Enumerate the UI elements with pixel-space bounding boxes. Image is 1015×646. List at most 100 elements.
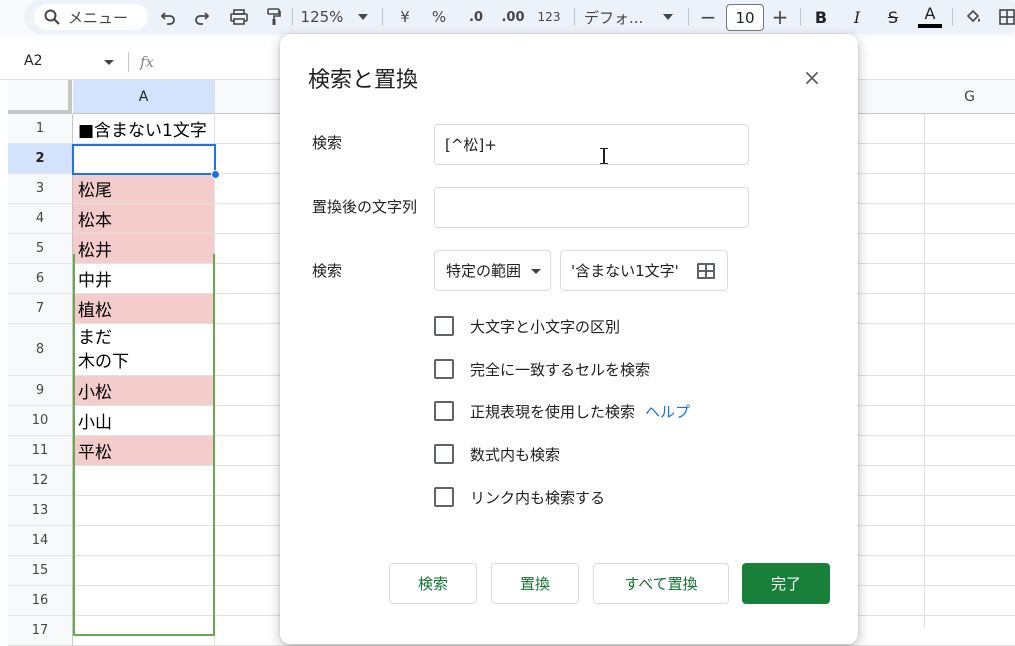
percent-button[interactable]: %	[428, 0, 450, 34]
help-link[interactable]: ヘルプ	[645, 401, 690, 422]
decrease-decimal-label: .0	[469, 9, 483, 25]
redo-icon[interactable]	[190, 0, 214, 34]
select-all-corner[interactable]	[8, 80, 72, 114]
decrease-decimal-button[interactable]: .0	[462, 0, 490, 34]
done-button[interactable]: 完了	[742, 563, 830, 604]
undo-icon[interactable]	[156, 0, 180, 34]
currency-button[interactable]: ¥	[394, 0, 416, 34]
table-cell[interactable]: 松本	[73, 204, 215, 234]
match-case-checkbox[interactable]	[434, 316, 454, 336]
menu-search[interactable]: メニュー	[34, 4, 148, 30]
replace-button[interactable]: 置換	[491, 563, 579, 604]
borders-icon[interactable]	[996, 0, 1015, 34]
checkbox-row-entire-cell[interactable]: 完全に一致するセルを検索	[434, 358, 650, 380]
menu-search-label: メニュー	[68, 8, 129, 27]
fx-icon: fx	[140, 53, 155, 71]
toolbar-divider	[574, 8, 575, 26]
formula-divider	[128, 52, 129, 72]
font-select[interactable]: デフォ...	[584, 0, 654, 34]
range-input[interactable]: '含まない1文字'	[560, 250, 728, 291]
font-size-increase-icon[interactable]: +	[770, 0, 790, 34]
checkbox-row-regex[interactable]: 正規表現を使用した検索 ヘルプ	[434, 400, 690, 422]
checkbox-row-match-case[interactable]: 大文字と小文字の区別	[434, 315, 620, 337]
toolbar-divider	[800, 8, 801, 26]
zoom-chevron-down-icon[interactable]	[355, 0, 371, 34]
checkbox-row-links[interactable]: リンク内も検索する	[434, 486, 605, 508]
row-header[interactable]: 4	[8, 204, 73, 234]
toolbar-divider	[952, 8, 953, 26]
row-header[interactable]: 11	[8, 436, 73, 466]
toolbar: メニュー 125% ¥ % .0 .00 123 デフォ... − 10 + B…	[0, 0, 1015, 37]
italic-button[interactable]: I	[846, 0, 868, 34]
search-icon	[44, 9, 60, 25]
text-cursor-icon	[600, 148, 608, 164]
entire-cell-checkbox[interactable]	[434, 359, 454, 379]
scope-label: 検索	[312, 262, 343, 280]
font-size-input[interactable]: 10	[726, 4, 764, 31]
row-header[interactable]: 8	[8, 324, 73, 376]
row-header[interactable]: 10	[8, 406, 73, 436]
range-input-value: '含まない1文字'	[571, 262, 679, 280]
toolbar-divider	[382, 8, 383, 26]
formulas-label: 数式内も検索	[470, 445, 561, 464]
row-header[interactable]: 5	[8, 234, 73, 264]
regex-checkbox[interactable]	[434, 401, 454, 421]
dialog-title: 検索と置換	[308, 68, 419, 93]
toolbar-divider	[292, 8, 293, 26]
increase-decimal-label: .00	[501, 9, 525, 25]
row-header[interactable]: 14	[8, 526, 73, 556]
number-format-button[interactable]: 123	[536, 0, 562, 34]
scope-select[interactable]: 特定の範囲	[434, 250, 551, 291]
find-button[interactable]: 検索	[389, 563, 477, 604]
match-case-label: 大文字と小文字の区別	[470, 317, 621, 336]
row-header[interactable]: 6	[8, 264, 73, 294]
checkbox-row-formulas[interactable]: 数式内も検索	[434, 443, 560, 465]
row-header[interactable]: 12	[8, 466, 73, 496]
row-header[interactable]: 9	[8, 376, 73, 406]
active-cell-outline	[72, 144, 216, 175]
font-chevron-down-icon[interactable]	[660, 0, 676, 34]
table-cell[interactable]: ■含まない1文字	[73, 114, 215, 144]
paint-format-icon[interactable]	[262, 0, 286, 34]
regex-label: 正規表現を使用した検索	[470, 402, 636, 421]
find-input[interactable]: [^松]+	[434, 124, 749, 165]
row-header[interactable]: 2	[8, 144, 73, 174]
font-size-decrease-icon[interactable]: −	[698, 0, 718, 34]
select-range-icon[interactable]	[697, 263, 715, 279]
row-header[interactable]: 15	[8, 556, 73, 586]
increase-decimal-button[interactable]: .00	[498, 0, 528, 34]
table-cell[interactable]: 松尾	[73, 174, 215, 204]
find-label: 検索	[312, 134, 343, 152]
text-color-button[interactable]: A	[916, 0, 944, 34]
replace-all-button[interactable]: すべて置換	[593, 563, 729, 604]
name-box[interactable]: A2	[24, 53, 42, 69]
selected-range-outline	[73, 254, 215, 636]
bold-button[interactable]: B	[810, 0, 832, 34]
row-header[interactable]: 17	[8, 616, 73, 646]
row-header[interactable]: 1	[8, 114, 73, 144]
row-header[interactable]: 7	[8, 294, 73, 324]
print-icon[interactable]	[226, 0, 252, 34]
fill-handle[interactable]	[211, 170, 220, 179]
row-header[interactable]: 13	[8, 496, 73, 526]
row-header[interactable]: 16	[8, 586, 73, 616]
fill-color-icon[interactable]	[962, 0, 986, 34]
find-replace-dialog: 検索と置換 × 検索 [^松]+ 置換後の文字列 検索 特定の範囲 '含まない1…	[280, 34, 858, 644]
links-checkbox[interactable]	[434, 487, 454, 507]
formulas-checkbox[interactable]	[434, 444, 454, 464]
name-box-chevron-down-icon[interactable]	[104, 60, 114, 65]
toolbar-divider	[688, 8, 689, 26]
column-header-a[interactable]: A	[73, 80, 215, 114]
links-label: リンク内も検索する	[470, 488, 606, 507]
column-header-g[interactable]: G	[924, 80, 1015, 114]
close-icon[interactable]: ×	[800, 66, 824, 91]
zoom-select[interactable]: 125%	[298, 0, 346, 34]
text-color-swatch	[918, 24, 942, 28]
strikethrough-button[interactable]: S	[882, 0, 904, 34]
text-color-label: A	[924, 4, 936, 23]
replace-input[interactable]	[434, 187, 749, 228]
scope-select-value: 特定の範囲	[446, 262, 522, 280]
replace-label: 置換後の文字列	[312, 198, 418, 216]
row-header[interactable]: 3	[8, 174, 73, 204]
chevron-down-icon	[531, 269, 541, 274]
